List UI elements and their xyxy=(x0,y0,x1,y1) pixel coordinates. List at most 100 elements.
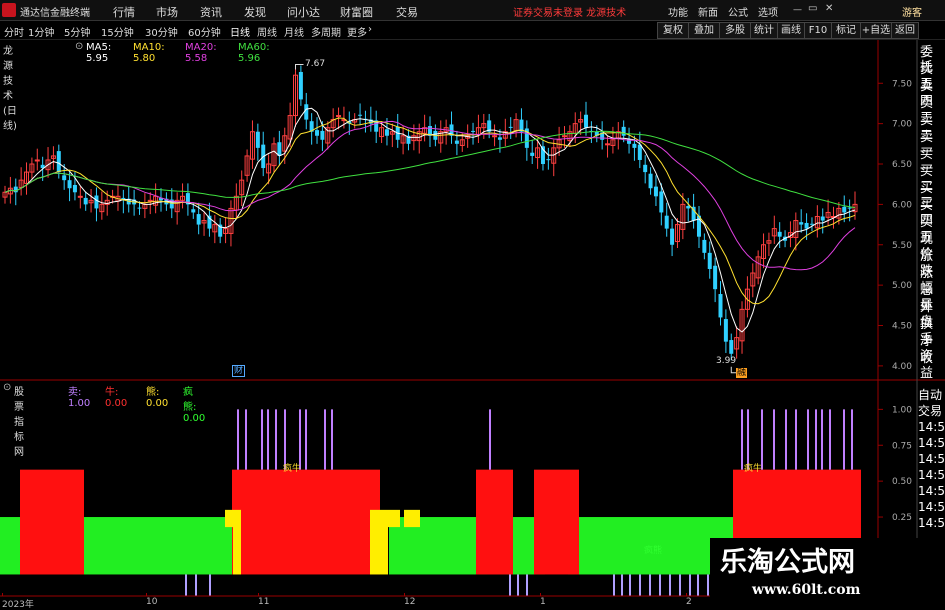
finance-badge[interactable]: 财 xyxy=(232,365,246,377)
quote-label: 卖一 xyxy=(920,130,934,160)
tick-panel: 自动交易 14:55 14:55 14:55 14:56 14:56 14:56 14:56 xyxy=(918,387,945,531)
candle-body xyxy=(34,159,40,162)
x-tick-label: 2023年 xyxy=(2,600,34,610)
candle-body xyxy=(637,144,642,160)
quote-label: 卖四 xyxy=(920,79,934,109)
bear-band xyxy=(389,517,487,575)
candle-body xyxy=(191,209,196,213)
candle-body xyxy=(777,231,782,237)
quote-label: 买二 xyxy=(920,164,934,194)
candle-body xyxy=(723,319,728,342)
y-tick-label: 5.50 xyxy=(892,241,912,251)
y-tick-label: 4.00 xyxy=(892,362,912,372)
bear-mark xyxy=(370,517,388,575)
watermark-title: 乐淘公式网 xyxy=(720,547,855,578)
region-label-bull: 疯牛 xyxy=(283,464,302,474)
quote-label: 委托 xyxy=(920,45,934,75)
candle-body xyxy=(358,114,363,116)
sub-y-tick-label: 0.50 xyxy=(892,477,912,487)
candle-body xyxy=(648,173,653,189)
x-tick xyxy=(404,593,405,596)
x-tick xyxy=(540,593,541,596)
region-label-bear: 疯熊 xyxy=(644,546,663,556)
watermark-url: www.60lt.com xyxy=(752,582,861,598)
quote-label: 涨幅 xyxy=(920,266,934,296)
chart-canvas[interactable]: 7.50 7.00 6.50 6.00 5.50 5.00 4.50 4.00 1.00 0.75… xyxy=(0,0,945,609)
high-price-label: 7.67 xyxy=(305,59,326,69)
candle-body xyxy=(196,214,201,225)
candle-body xyxy=(729,340,734,354)
x-tick xyxy=(146,593,147,596)
candle-body xyxy=(621,126,626,136)
bull-band xyxy=(232,469,380,575)
candle-body xyxy=(702,239,707,253)
quote-label: 卖三 xyxy=(920,96,934,126)
y-tick-label: 4.50 xyxy=(892,322,912,332)
x-tick-label: 11 xyxy=(258,597,270,607)
candle-body xyxy=(820,216,825,221)
quote-label: 卖二 xyxy=(920,113,934,143)
candle-body xyxy=(384,129,389,136)
candle-body xyxy=(320,130,325,140)
y-tick-label: 5.00 xyxy=(892,281,912,291)
y-tick-label: 6.50 xyxy=(892,160,912,170)
candle-body xyxy=(492,135,498,138)
quote-label: 总量 xyxy=(920,283,934,313)
candle-body xyxy=(686,206,691,209)
bull-band xyxy=(534,469,579,575)
y-tick-label: 7.00 xyxy=(892,120,912,130)
candle-body xyxy=(147,199,153,202)
candle-body xyxy=(13,186,18,193)
bear-band xyxy=(73,517,237,575)
candle-body xyxy=(255,131,260,148)
region-label-bull: 疯牛 xyxy=(744,464,763,474)
candle-body xyxy=(277,142,282,156)
quote-label: 净资 xyxy=(920,334,934,364)
x-tick xyxy=(686,593,687,596)
candle-body xyxy=(804,222,809,229)
candle-body xyxy=(315,130,320,136)
quote-label: 卖五 xyxy=(920,62,934,92)
candle-body xyxy=(643,164,648,173)
quote-label: 买一 xyxy=(920,147,934,177)
candle-body xyxy=(508,126,513,128)
x-tick-label: 2 xyxy=(686,597,692,607)
quote-label: 买三 xyxy=(920,181,934,211)
sub-y-tick-label: 0.75 xyxy=(892,441,912,451)
y-tick-label: 6.00 xyxy=(892,200,912,210)
x-tick-label: 10 xyxy=(146,597,158,607)
candle-body xyxy=(298,71,303,100)
candle-body xyxy=(137,207,142,209)
candle-body xyxy=(530,152,535,156)
quote-label: 买五 xyxy=(920,215,934,245)
tick-label: 14:56 xyxy=(918,516,945,530)
tick-label: 14:56 xyxy=(918,484,945,498)
candle-body xyxy=(670,228,675,245)
tick-label: 14:55 xyxy=(918,436,945,450)
y-tick-label: 7.50 xyxy=(892,79,912,89)
margin-badge[interactable]: 融 xyxy=(736,368,748,378)
bear-mark xyxy=(233,517,241,575)
candle-body xyxy=(546,159,551,161)
tick-label: 14:56 xyxy=(918,468,945,482)
candle-body xyxy=(707,252,712,269)
x-tick-label: 1 xyxy=(540,597,546,607)
bull-band xyxy=(31,517,73,575)
high-marker xyxy=(295,64,304,70)
tick-label: 14:55 xyxy=(918,452,945,466)
tick-label: 自动 xyxy=(918,388,943,402)
low-price-label: 3.99 xyxy=(716,356,737,366)
quote-panel: 委托 卖五 卖四 卖三 卖二 卖一 买一 买二 买三 买四 买五 现价 涨跌 涨幅 总量 外盘 换手 净资 收益 xyxy=(920,45,945,381)
quote-label: 外盘 xyxy=(920,300,934,330)
x-tick xyxy=(2,593,3,596)
candle-body xyxy=(653,186,658,197)
candle-body xyxy=(584,114,589,128)
candle-body xyxy=(809,223,814,225)
candle-body xyxy=(664,215,669,229)
tick-label: 交易 xyxy=(918,404,943,418)
candle-body xyxy=(62,175,67,181)
candle-body xyxy=(561,135,567,138)
quote-label: 现价 xyxy=(920,232,934,262)
candle-body xyxy=(471,130,476,132)
candle-body xyxy=(83,197,88,205)
